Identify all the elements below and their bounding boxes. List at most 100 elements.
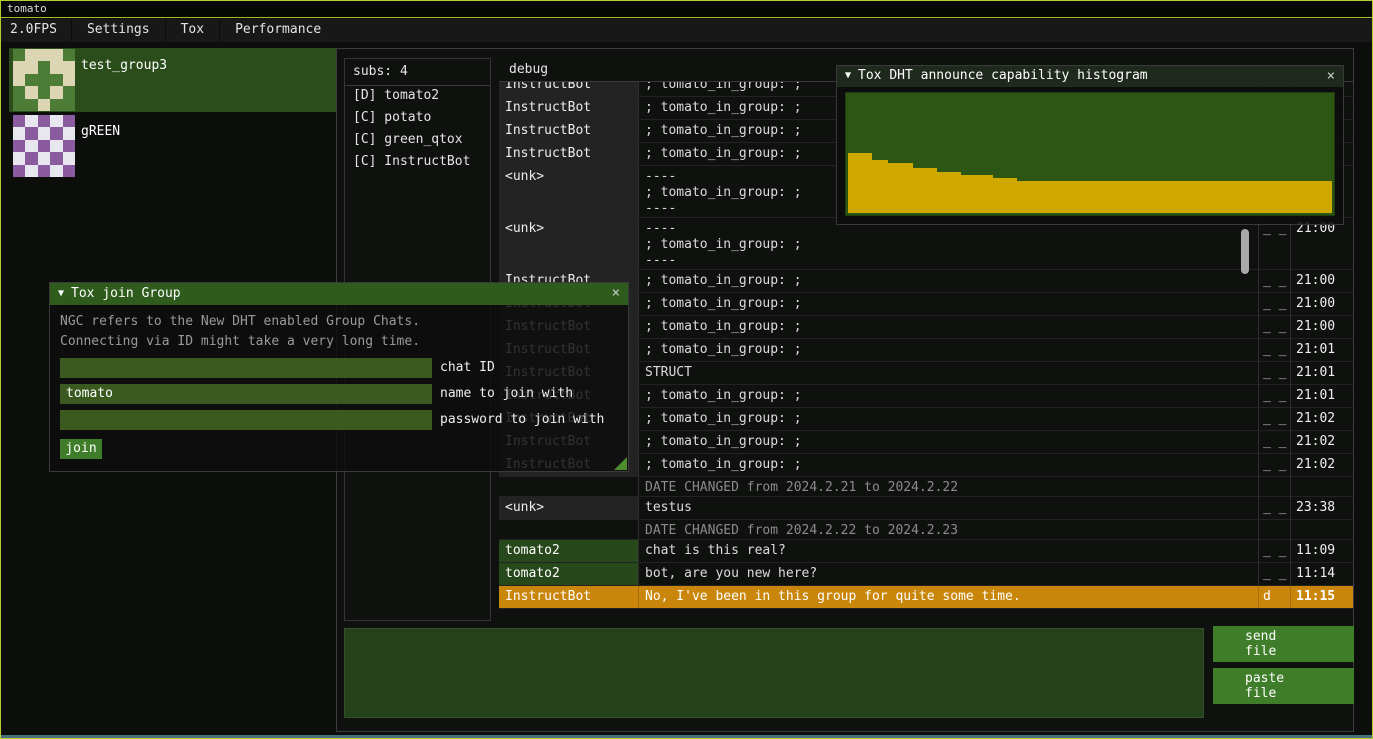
histogram-bar xyxy=(1025,181,1033,213)
message-flags: _ _ xyxy=(1259,385,1291,407)
tab-debug[interactable]: debug xyxy=(509,62,548,78)
send-file-button[interactable]: send file xyxy=(1213,626,1354,662)
bottom-border xyxy=(1,735,1372,738)
histogram-bar xyxy=(1219,181,1227,213)
histogram-bar xyxy=(1017,181,1025,213)
field-row: tomatoname to join with xyxy=(60,384,618,404)
chat-row[interactable]: <unk>----; tomato_in_group: ;----_ _21:0… xyxy=(499,218,1353,270)
message-flags: _ _ xyxy=(1259,316,1291,338)
join-description-line: NGC refers to the New DHT enabled Group … xyxy=(60,312,618,332)
member-list: [D] tomato2[C] potato[C] green_qtox[C] I… xyxy=(345,86,490,174)
join-description-line: Connecting via ID might take a very long… xyxy=(60,332,618,352)
message-text: bot, are you new here? xyxy=(639,563,1259,585)
menu-item-tox[interactable]: Tox xyxy=(165,19,219,42)
collapse-icon[interactable]: ▼ xyxy=(58,288,64,301)
histogram-plot xyxy=(845,92,1335,216)
message-time: 21:02 xyxy=(1291,454,1353,476)
member-item[interactable]: [D] tomato2 xyxy=(345,86,490,108)
group-avatar xyxy=(13,115,75,177)
group-item-test_group3[interactable]: test_group3 xyxy=(9,48,336,112)
menu-item-settings[interactable]: Settings xyxy=(71,19,165,42)
date-separator-row: DATE CHANGED from 2024.2.22 to 2024.2.23 xyxy=(499,520,1353,540)
message-flags: _ _ xyxy=(1259,293,1291,315)
group-name: test_group3 xyxy=(81,58,167,74)
join-password-input[interactable] xyxy=(60,410,432,430)
histogram-bar xyxy=(1243,181,1251,213)
fps-counter: 2.0FPS xyxy=(1,19,71,42)
field-row: password to join with xyxy=(60,410,618,430)
histogram-bar xyxy=(1033,181,1041,213)
histogram-bar xyxy=(872,160,880,213)
message-text: STRUCT xyxy=(639,362,1259,384)
chat-id-input[interactable] xyxy=(60,358,432,378)
histogram-bar xyxy=(856,153,864,213)
group-item-gREEN[interactable]: gREEN xyxy=(9,114,336,178)
histogram-bar xyxy=(1235,181,1243,213)
histogram-bar xyxy=(1324,181,1332,213)
close-icon[interactable]: × xyxy=(1327,68,1335,86)
message-flags: d xyxy=(1259,586,1291,608)
histogram-bar xyxy=(977,175,985,213)
message-text: ; tomato_in_group: ; xyxy=(639,408,1259,430)
histogram-bar xyxy=(937,172,945,213)
join-button[interactable]: join xyxy=(60,439,102,459)
chat-row[interactable]: InstructBotNo, I've been in this group f… xyxy=(499,586,1353,609)
message-text: ; tomato_in_group: ; xyxy=(639,339,1259,361)
histogram-bar xyxy=(1300,181,1308,213)
histogram-bar xyxy=(1267,181,1275,213)
histogram-bar xyxy=(1187,181,1195,213)
histogram-bar xyxy=(1138,181,1146,213)
histogram-bar xyxy=(953,172,961,213)
message-text: testus xyxy=(639,497,1259,519)
date-changed-text: DATE CHANGED from 2024.2.22 to 2024.2.23 xyxy=(639,520,1259,539)
chat-id-input-label: chat ID xyxy=(440,360,495,376)
chat-row[interactable]: <unk>testus_ _23:38 xyxy=(499,497,1353,520)
os-titlebar[interactable]: tomato xyxy=(1,1,1372,18)
message-flags: _ _ xyxy=(1259,408,1291,430)
histogram-bar xyxy=(1259,181,1267,213)
histogram-bar xyxy=(1042,181,1050,213)
join-name-input[interactable]: tomato xyxy=(60,384,432,404)
message-input[interactable] xyxy=(344,628,1204,718)
menu-bar: 2.0FPS SettingsToxPerformance xyxy=(1,19,1372,42)
scrollbar-thumb[interactable] xyxy=(1241,229,1249,274)
sender-name xyxy=(499,520,639,539)
histogram-bar xyxy=(1090,181,1098,213)
histogram-bar xyxy=(896,163,904,213)
histogram-bar xyxy=(1275,181,1283,213)
message-time: 21:00 xyxy=(1291,270,1353,292)
message-text: chat is this real? xyxy=(639,540,1259,562)
message-flags: _ _ xyxy=(1259,431,1291,453)
menu-items: SettingsToxPerformance xyxy=(71,19,336,42)
histogram-bar xyxy=(1316,181,1324,213)
chat-row[interactable]: tomato2bot, are you new here?_ _11:14 xyxy=(499,563,1353,586)
member-item[interactable]: [C] InstructBot xyxy=(345,152,490,174)
join-group-body: NGC refers to the New DHT enabled Group … xyxy=(50,305,628,459)
dht-histogram-window: ▼ Tox DHT announce capability histogram … xyxy=(836,65,1344,225)
dht-histogram-titlebar[interactable]: ▼ Tox DHT announce capability histogram … xyxy=(837,66,1343,87)
group-avatar xyxy=(13,49,75,111)
member-item[interactable]: [C] potato xyxy=(345,108,490,130)
message-flags: _ _ xyxy=(1259,270,1291,292)
date-separator-row: DATE CHANGED from 2024.2.21 to 2024.2.22 xyxy=(499,477,1353,497)
menu-item-performance[interactable]: Performance xyxy=(219,19,336,42)
histogram-bar xyxy=(1114,181,1122,213)
member-item[interactable]: [C] green_qtox xyxy=(345,130,490,152)
histogram-bar xyxy=(1179,181,1187,213)
subs-count: subs: 4 xyxy=(345,59,490,85)
collapse-icon[interactable]: ▼ xyxy=(845,70,851,83)
window-title: tomato xyxy=(7,2,47,15)
close-icon[interactable]: × xyxy=(612,285,620,303)
sender-name: tomato2 xyxy=(499,563,639,585)
paste-file-button[interactable]: paste file xyxy=(1213,668,1354,704)
histogram-bar xyxy=(1308,181,1316,213)
resize-grip-icon[interactable] xyxy=(614,457,627,470)
sender-name: tomato2 xyxy=(499,540,639,562)
chat-row[interactable]: tomato2chat is this real?_ _11:09 xyxy=(499,540,1353,563)
message-time: 21:00 xyxy=(1291,218,1353,269)
message-time: 23:38 xyxy=(1291,497,1353,519)
join-group-titlebar[interactable]: ▼ Tox join Group × xyxy=(50,283,628,305)
message-flags xyxy=(1259,477,1291,496)
histogram-bar xyxy=(1066,181,1074,213)
histogram-bar xyxy=(1106,181,1114,213)
